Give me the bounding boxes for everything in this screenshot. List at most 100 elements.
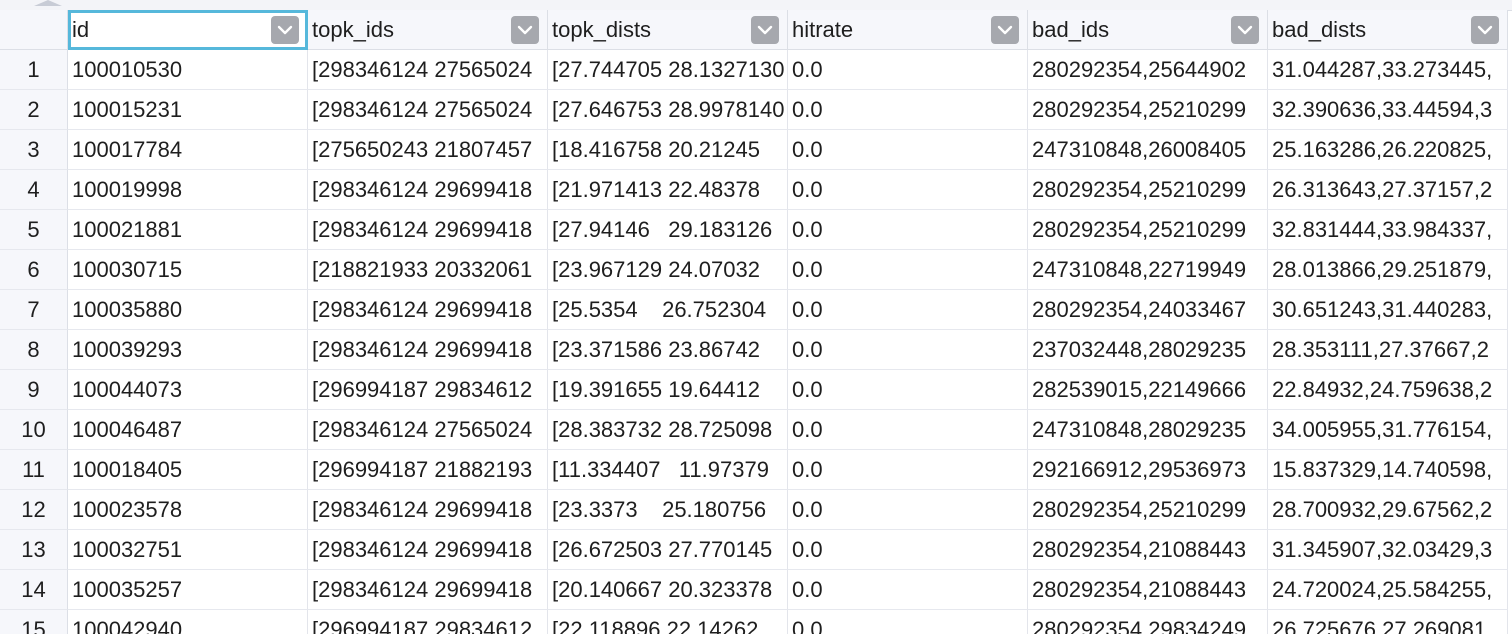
cell-topk-ids[interactable]: [298346124 29699418 (308, 170, 548, 210)
cell-bad-ids[interactable]: 237032448,28029235 (1028, 330, 1268, 370)
cell-topk-dists[interactable]: [11.334407 11.97379 (548, 450, 788, 490)
cell-topk-ids[interactable]: [296994187 21882193 (308, 450, 548, 490)
cell-topk-dists[interactable]: [21.971413 22.48378 (548, 170, 788, 210)
cell-bad-ids[interactable]: 247310848,28029235 (1028, 410, 1268, 450)
cell-bad-dists[interactable]: 26.313643,27.37157,2 (1268, 170, 1508, 210)
cell-bad-ids[interactable]: 280292354,24033467 (1028, 290, 1268, 330)
cell-topk-dists[interactable]: [27.94146 29.183126 (548, 210, 788, 250)
cell-topk-dists[interactable]: [26.672503 27.770145 (548, 530, 788, 570)
cell-hitrate[interactable]: 0.0 (788, 610, 1028, 634)
filter-dropdown-button[interactable] (271, 16, 299, 44)
cell-hitrate[interactable]: 0.0 (788, 530, 1028, 570)
row-number[interactable]: 6 (0, 250, 68, 290)
cell-id[interactable]: 100023578 (68, 490, 308, 530)
cell-topk-dists[interactable]: [20.140667 20.323378 (548, 570, 788, 610)
cell-topk-dists[interactable]: [23.371586 23.86742 (548, 330, 788, 370)
cell-id[interactable]: 100035257 (68, 570, 308, 610)
cell-bad-dists[interactable]: 22.84932,24.759638,2 (1268, 370, 1508, 410)
column-header-id[interactable]: id (68, 10, 308, 50)
row-number[interactable]: 4 (0, 170, 68, 210)
row-number[interactable]: 15 (0, 610, 68, 634)
cell-topk-ids[interactable]: [298346124 27565024 (308, 410, 548, 450)
row-number[interactable]: 10 (0, 410, 68, 450)
cell-hitrate[interactable]: 0.0 (788, 330, 1028, 370)
cell-hitrate[interactable]: 0.0 (788, 490, 1028, 530)
cell-bad-ids[interactable]: 280292354,25210299 (1028, 490, 1268, 530)
column-header-bad-dists[interactable]: bad_dists (1268, 10, 1508, 50)
cell-id[interactable]: 100046487 (68, 410, 308, 450)
cell-bad-ids[interactable]: 280292354,21088443 (1028, 570, 1268, 610)
cell-hitrate[interactable]: 0.0 (788, 210, 1028, 250)
cell-topk-ids[interactable]: [298346124 29699418 (308, 290, 548, 330)
cell-topk-ids[interactable]: [298346124 27565024 (308, 50, 548, 90)
cell-bad-ids[interactable]: 280292354,25644902 (1028, 50, 1268, 90)
cell-topk-dists[interactable]: [22.118896 22.14262 (548, 610, 788, 634)
cell-topk-ids[interactable]: [298346124 29699418 (308, 530, 548, 570)
cell-id[interactable]: 100010530 (68, 50, 308, 90)
cell-bad-ids[interactable]: 282539015,22149666 (1028, 370, 1268, 410)
cell-hitrate[interactable]: 0.0 (788, 570, 1028, 610)
cell-bad-dists[interactable]: 28.013866,29.251879, (1268, 250, 1508, 290)
row-number[interactable]: 7 (0, 290, 68, 330)
cell-bad-dists[interactable]: 34.005955,31.776154, (1268, 410, 1508, 450)
cell-topk-dists[interactable]: [23.967129 24.07032 (548, 250, 788, 290)
cell-hitrate[interactable]: 0.0 (788, 450, 1028, 490)
cell-hitrate[interactable]: 0.0 (788, 370, 1028, 410)
cell-topk-ids[interactable]: [298346124 29699418 (308, 330, 548, 370)
cell-id[interactable]: 100030715 (68, 250, 308, 290)
select-all-corner[interactable] (34, 0, 62, 6)
cell-bad-dists[interactable]: 32.390636,33.44594,3 (1268, 90, 1508, 130)
cell-topk-dists[interactable]: [23.3373 25.180756 (548, 490, 788, 530)
cell-hitrate[interactable]: 0.0 (788, 410, 1028, 450)
cell-id[interactable]: 100018405 (68, 450, 308, 490)
cell-hitrate[interactable]: 0.0 (788, 290, 1028, 330)
cell-bad-ids[interactable]: 280292354,29834249 (1028, 610, 1268, 634)
cell-hitrate[interactable]: 0.0 (788, 130, 1028, 170)
cell-bad-dists[interactable]: 25.163286,26.220825, (1268, 130, 1508, 170)
filter-dropdown-button[interactable] (751, 16, 779, 44)
cell-bad-dists[interactable]: 32.831444,33.984337, (1268, 210, 1508, 250)
column-header-bad-ids[interactable]: bad_ids (1028, 10, 1268, 50)
row-number[interactable]: 2 (0, 90, 68, 130)
row-number[interactable]: 3 (0, 130, 68, 170)
cell-topk-ids[interactable]: [298346124 29699418 (308, 490, 548, 530)
filter-dropdown-button[interactable] (1471, 16, 1499, 44)
cell-topk-ids[interactable]: [298346124 27565024 (308, 90, 548, 130)
cell-bad-dists[interactable]: 28.700932,29.67562,2 (1268, 490, 1508, 530)
filter-dropdown-button[interactable] (1231, 16, 1259, 44)
cell-topk-ids[interactable]: [298346124 29699418 (308, 570, 548, 610)
cell-topk-ids[interactable]: [296994187 29834612 (308, 370, 548, 410)
cell-hitrate[interactable]: 0.0 (788, 250, 1028, 290)
cell-topk-dists[interactable]: [18.416758 20.21245 (548, 130, 788, 170)
cell-bad-ids[interactable]: 280292354,25210299 (1028, 90, 1268, 130)
row-number[interactable]: 8 (0, 330, 68, 370)
cell-id[interactable]: 100042940 (68, 610, 308, 634)
cell-topk-ids[interactable]: [296994187 29834612 (308, 610, 548, 634)
cell-id[interactable]: 100019998 (68, 170, 308, 210)
row-number[interactable]: 12 (0, 490, 68, 530)
column-header-hitrate[interactable]: hitrate (788, 10, 1028, 50)
row-number[interactable]: 14 (0, 570, 68, 610)
cell-bad-ids[interactable]: 247310848,26008405 (1028, 130, 1268, 170)
cell-hitrate[interactable]: 0.0 (788, 50, 1028, 90)
filter-dropdown-button[interactable] (511, 16, 539, 44)
column-header-topk-ids[interactable]: topk_ids (308, 10, 548, 50)
row-number[interactable]: 5 (0, 210, 68, 250)
cell-bad-dists[interactable]: 28.353111,27.37667,2 (1268, 330, 1508, 370)
cell-bad-dists[interactable]: 31.044287,33.273445, (1268, 50, 1508, 90)
cell-bad-ids[interactable]: 280292354,25210299 (1028, 210, 1268, 250)
filter-dropdown-button[interactable] (991, 16, 1019, 44)
cell-bad-dists[interactable]: 26.725676,27.269081, (1268, 610, 1508, 634)
cell-hitrate[interactable]: 0.0 (788, 170, 1028, 210)
cell-bad-dists[interactable]: 24.720024,25.584255, (1268, 570, 1508, 610)
cell-bad-ids[interactable]: 247310848,22719949 (1028, 250, 1268, 290)
row-number[interactable]: 1 (0, 50, 68, 90)
cell-hitrate[interactable]: 0.0 (788, 90, 1028, 130)
cell-topk-ids[interactable]: [218821933 20332061 (308, 250, 548, 290)
cell-bad-ids[interactable]: 292166912,29536973 (1028, 450, 1268, 490)
cell-id[interactable]: 100032751 (68, 530, 308, 570)
cell-id[interactable]: 100021881 (68, 210, 308, 250)
cell-bad-ids[interactable]: 280292354,25210299 (1028, 170, 1268, 210)
cell-id[interactable]: 100035880 (68, 290, 308, 330)
cell-topk-dists[interactable]: [28.383732 28.725098 (548, 410, 788, 450)
